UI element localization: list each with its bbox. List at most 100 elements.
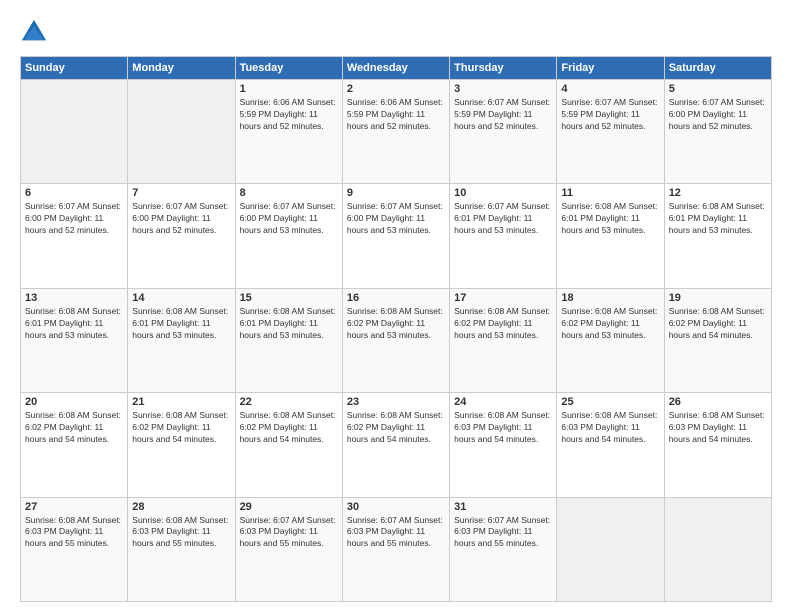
day-number: 3 (454, 83, 552, 95)
day-info: Sunrise: 6:07 AM Sunset: 6:03 PM Dayligh… (240, 515, 338, 551)
calendar-cell: 17 Sunrise: 6:08 AM Sunset: 6:02 PM Dayli… (450, 288, 557, 392)
calendar-cell: 30 Sunrise: 6:07 AM Sunset: 6:03 PM Dayli… (342, 497, 449, 601)
day-info: Sunrise: 6:08 AM Sunset: 6:02 PM Dayligh… (132, 410, 230, 446)
day-info: Sunrise: 6:08 AM Sunset: 6:02 PM Dayligh… (347, 410, 445, 446)
day-info: Sunrise: 6:08 AM Sunset: 6:01 PM Dayligh… (561, 201, 659, 237)
calendar-cell: 19 Sunrise: 6:08 AM Sunset: 6:02 PM Dayli… (664, 288, 771, 392)
day-info: Sunrise: 6:07 AM Sunset: 6:03 PM Dayligh… (454, 515, 552, 551)
calendar-cell: 29 Sunrise: 6:07 AM Sunset: 6:03 PM Dayli… (235, 497, 342, 601)
calendar-cell: 22 Sunrise: 6:08 AM Sunset: 6:02 PM Dayli… (235, 393, 342, 497)
day-number: 19 (669, 292, 767, 304)
day-info: Sunrise: 6:07 AM Sunset: 6:03 PM Dayligh… (347, 515, 445, 551)
day-number: 26 (669, 396, 767, 408)
day-info: Sunrise: 6:08 AM Sunset: 6:03 PM Dayligh… (454, 410, 552, 446)
day-number: 20 (25, 396, 123, 408)
day-number: 10 (454, 187, 552, 199)
calendar-cell: 23 Sunrise: 6:08 AM Sunset: 6:02 PM Dayli… (342, 393, 449, 497)
calendar-cell: 31 Sunrise: 6:07 AM Sunset: 6:03 PM Dayli… (450, 497, 557, 601)
day-number: 22 (240, 396, 338, 408)
day-info: Sunrise: 6:08 AM Sunset: 6:03 PM Dayligh… (669, 410, 767, 446)
calendar-cell (21, 80, 128, 184)
calendar-cell: 3Sunrise: 6:07 AM Sunset: 5:59 PM Daylig… (450, 80, 557, 184)
calendar-cell: 21 Sunrise: 6:08 AM Sunset: 6:02 PM Dayli… (128, 393, 235, 497)
day-info: Sunrise: 6:07 AM Sunset: 6:00 PM Dayligh… (240, 201, 338, 237)
calendar-cell: 8Sunrise: 6:07 AM Sunset: 6:00 PM Daylig… (235, 184, 342, 288)
calendar-cell: 4Sunrise: 6:07 AM Sunset: 5:59 PM Daylig… (557, 80, 664, 184)
calendar-week-row: 13 Sunrise: 6:08 AM Sunset: 6:01 PM Dayli… (21, 288, 772, 392)
day-number: 28 (132, 501, 230, 513)
day-info: Sunrise: 6:08 AM Sunset: 6:02 PM Dayligh… (25, 410, 123, 446)
day-info: Sunrise: 6:08 AM Sunset: 6:03 PM Dayligh… (25, 515, 123, 551)
day-number: 14 (132, 292, 230, 304)
calendar-cell: 25Sunrise: 6:08 AM Sunset: 6:03 PM Dayli… (557, 393, 664, 497)
calendar-week-row: 20 Sunrise: 6:08 AM Sunset: 6:02 PM Dayli… (21, 393, 772, 497)
day-info: Sunrise: 6:07 AM Sunset: 6:00 PM Dayligh… (132, 201, 230, 237)
calendar-cell: 27Sunrise: 6:08 AM Sunset: 6:03 PM Dayli… (21, 497, 128, 601)
calendar-cell: 16 Sunrise: 6:08 AM Sunset: 6:02 PM Dayli… (342, 288, 449, 392)
day-info: Sunrise: 6:07 AM Sunset: 6:01 PM Dayligh… (454, 201, 552, 237)
calendar-cell: 10 Sunrise: 6:07 AM Sunset: 6:01 PM Dayli… (450, 184, 557, 288)
day-info: Sunrise: 6:08 AM Sunset: 6:02 PM Dayligh… (347, 306, 445, 342)
calendar-cell: 20 Sunrise: 6:08 AM Sunset: 6:02 PM Dayli… (21, 393, 128, 497)
day-info: Sunrise: 6:08 AM Sunset: 6:03 PM Dayligh… (132, 515, 230, 551)
day-number: 31 (454, 501, 552, 513)
day-number: 6 (25, 187, 123, 199)
day-number: 30 (347, 501, 445, 513)
calendar-cell: 5 Sunrise: 6:07 AM Sunset: 6:00 PM Daylig… (664, 80, 771, 184)
day-number: 15 (240, 292, 338, 304)
day-number: 24 (454, 396, 552, 408)
day-info: Sunrise: 6:08 AM Sunset: 6:02 PM Dayligh… (454, 306, 552, 342)
day-header: Wednesday (342, 57, 449, 80)
day-number: 12 (669, 187, 767, 199)
calendar-cell: 28 Sunrise: 6:08 AM Sunset: 6:03 PM Dayli… (128, 497, 235, 601)
day-number: 1 (240, 83, 338, 95)
day-number: 17 (454, 292, 552, 304)
day-number: 18 (561, 292, 659, 304)
day-info: Sunrise: 6:08 AM Sunset: 6:02 PM Dayligh… (561, 306, 659, 342)
day-info: Sunrise: 6:07 AM Sunset: 6:00 PM Dayligh… (25, 201, 123, 237)
day-info: Sunrise: 6:08 AM Sunset: 6:02 PM Dayligh… (669, 306, 767, 342)
day-number: 23 (347, 396, 445, 408)
calendar-cell (664, 497, 771, 601)
day-header: Sunday (21, 57, 128, 80)
day-header: Friday (557, 57, 664, 80)
day-number: 16 (347, 292, 445, 304)
calendar-cell: 7 Sunrise: 6:07 AM Sunset: 6:00 PM Daylig… (128, 184, 235, 288)
day-info: Sunrise: 6:06 AM Sunset: 5:59 PM Dayligh… (347, 97, 445, 133)
calendar-cell: 9 Sunrise: 6:07 AM Sunset: 6:00 PM Daylig… (342, 184, 449, 288)
calendar-cell: 11 Sunrise: 6:08 AM Sunset: 6:01 PM Dayli… (557, 184, 664, 288)
day-info: Sunrise: 6:08 AM Sunset: 6:01 PM Dayligh… (240, 306, 338, 342)
day-info: Sunrise: 6:06 AM Sunset: 5:59 PM Dayligh… (240, 97, 338, 133)
day-number: 21 (132, 396, 230, 408)
calendar-cell: 12 Sunrise: 6:08 AM Sunset: 6:01 PM Dayli… (664, 184, 771, 288)
day-number: 25 (561, 396, 659, 408)
day-info: Sunrise: 6:08 AM Sunset: 6:02 PM Dayligh… (240, 410, 338, 446)
day-number: 13 (25, 292, 123, 304)
calendar-cell: 13 Sunrise: 6:08 AM Sunset: 6:01 PM Dayli… (21, 288, 128, 392)
logo-icon (20, 18, 48, 46)
day-number: 29 (240, 501, 338, 513)
day-number: 2 (347, 83, 445, 95)
header (20, 18, 772, 46)
day-info: Sunrise: 6:08 AM Sunset: 6:01 PM Dayligh… (25, 306, 123, 342)
calendar-cell: 14 Sunrise: 6:08 AM Sunset: 6:01 PM Dayli… (128, 288, 235, 392)
day-info: Sunrise: 6:07 AM Sunset: 6:00 PM Dayligh… (347, 201, 445, 237)
calendar-table: SundayMondayTuesdayWednesdayThursdayFrid… (20, 56, 772, 602)
day-header: Saturday (664, 57, 771, 80)
day-header: Tuesday (235, 57, 342, 80)
calendar-page: SundayMondayTuesdayWednesdayThursdayFrid… (0, 0, 792, 612)
day-info: Sunrise: 6:08 AM Sunset: 6:01 PM Dayligh… (132, 306, 230, 342)
day-number: 9 (347, 187, 445, 199)
day-number: 7 (132, 187, 230, 199)
day-number: 4 (561, 83, 659, 95)
day-headers-row: SundayMondayTuesdayWednesdayThursdayFrid… (21, 57, 772, 80)
day-number: 5 (669, 83, 767, 95)
calendar-cell: 24 Sunrise: 6:08 AM Sunset: 6:03 PM Dayli… (450, 393, 557, 497)
day-info: Sunrise: 6:08 AM Sunset: 6:01 PM Dayligh… (669, 201, 767, 237)
logo (20, 18, 52, 46)
calendar-cell: 1 Sunrise: 6:06 AM Sunset: 5:59 PM Daylig… (235, 80, 342, 184)
calendar-cell: 18 Sunrise: 6:08 AM Sunset: 6:02 PM Dayli… (557, 288, 664, 392)
calendar-cell: 2 Sunrise: 6:06 AM Sunset: 5:59 PM Daylig… (342, 80, 449, 184)
day-number: 11 (561, 187, 659, 199)
day-info: Sunrise: 6:07 AM Sunset: 6:00 PM Dayligh… (669, 97, 767, 133)
